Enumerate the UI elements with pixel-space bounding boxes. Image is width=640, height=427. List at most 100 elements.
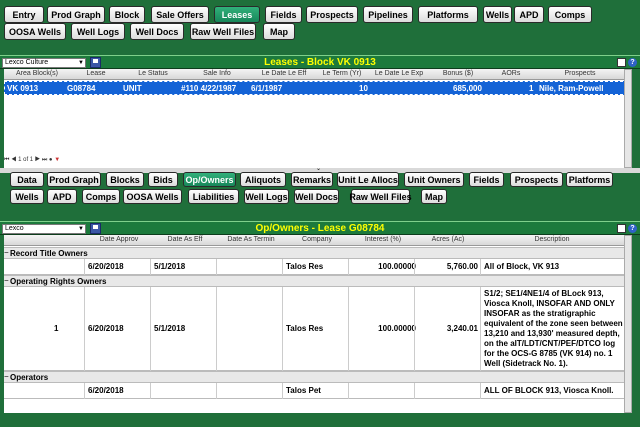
first-page-icon[interactable]: ⏮ <box>4 157 9 163</box>
help-icon[interactable]: ? <box>628 58 637 67</box>
cell-acres: 5,760.00 <box>446 262 478 271</box>
sub-nav-well-docs[interactable]: Well Docs <box>294 189 339 204</box>
chevron-down-icon[interactable]: ▼ <box>78 225 84 233</box>
top-nav-well-docs[interactable]: Well Docs <box>130 23 184 40</box>
col-status[interactable]: Le Status <box>124 70 182 77</box>
collapse-icon[interactable]: − <box>4 372 9 381</box>
col-lease[interactable]: Lease <box>68 70 124 77</box>
group-header[interactable]: − Record Title Owners <box>4 247 624 259</box>
top-nav-prospects[interactable]: Prospects <box>306 6 358 23</box>
top-nav-entry[interactable]: Entry <box>4 6 44 23</box>
owners-scrollbar[interactable] <box>624 235 632 413</box>
owner-row[interactable]: 6/20/2018 Talos Pet ALL OF BLOCK 913, Vios… <box>4 383 624 399</box>
leases-scrollbar[interactable] <box>624 69 632 168</box>
col-date-termin[interactable]: Date As Termin <box>218 236 284 243</box>
collapse-icon[interactable]: − <box>4 248 9 257</box>
filter-icon[interactable]: ▼ <box>54 157 60 163</box>
grid-line <box>348 287 349 371</box>
last-page-icon[interactable]: ⏭ <box>42 157 47 163</box>
sub-nav-fields[interactable]: Fields <box>469 172 504 187</box>
sub-nav-oosa-wells[interactable]: OOSA Wells <box>123 189 182 204</box>
top-nav-well-logs[interactable]: Well Logs <box>71 23 125 40</box>
export-icon[interactable] <box>617 224 626 233</box>
sub-nav-aliquots[interactable]: Aliquots <box>240 172 286 187</box>
cell-term: 10 <box>359 84 368 93</box>
next-page-icon[interactable]: ▶ <box>35 157 40 163</box>
sub-nav-unit-owners[interactable]: Unit Owners <box>404 172 464 187</box>
top-nav-wells[interactable]: Wells <box>483 6 512 23</box>
top-nav-sale-offers[interactable]: Sale Offers <box>151 6 209 23</box>
sub-nav-remarks[interactable]: Remarks <box>291 172 333 187</box>
top-nav-map[interactable]: Map <box>263 23 295 40</box>
sub-nav-data[interactable]: Data <box>10 172 44 187</box>
description-line: ALL OF BLOCK 913, Viosca Knoll. <box>484 386 614 395</box>
col-term[interactable]: Le Term (Yr) <box>316 70 368 77</box>
col-interest[interactable]: Interest (%) <box>350 236 416 243</box>
grid-line <box>348 259 349 275</box>
sub-nav-bids[interactable]: Bids <box>148 172 178 187</box>
col-description[interactable]: Description <box>480 236 624 243</box>
owner-row[interactable]: 6/20/2018 5/1/2018 Talos Res 100.00000 5,760… <box>4 259 624 275</box>
sub-nav-prospects[interactable]: Prospects <box>510 172 563 187</box>
top-nav-block[interactable]: Block <box>109 6 145 23</box>
grid-line <box>216 259 217 275</box>
lease-row[interactable]: VK 0913 G08784 UNIT #110 4/22/1987 6/1/1… <box>4 81 628 95</box>
col-date-eff[interactable]: Le Date Le Eff <box>252 70 316 77</box>
col-date-approv[interactable]: Date Approv <box>86 236 152 243</box>
save-icon[interactable] <box>90 57 101 68</box>
top-nav-pipelines[interactable]: Pipelines <box>363 6 413 23</box>
top-nav-leases[interactable]: Leases <box>214 6 260 23</box>
grid-line <box>348 383 349 399</box>
top-nav-platforms[interactable]: Platforms <box>418 6 478 23</box>
col-company[interactable]: Company <box>284 236 350 243</box>
top-nav-oosa-wells[interactable]: OOSA Wells <box>4 23 66 40</box>
col-acres[interactable]: Acres (Ac) <box>416 236 480 243</box>
culture-select[interactable]: Lexco Culture ▼ <box>2 58 86 68</box>
sub-nav-well-logs[interactable]: Well Logs <box>244 189 289 204</box>
grid-line <box>84 383 85 399</box>
description-line: equivalent of the zone seen between <box>484 319 623 328</box>
cell-description: ALL OF BLOCK 913, Viosca Knoll. <box>484 386 614 396</box>
top-nav-fields[interactable]: Fields <box>265 6 302 23</box>
sub-nav-comps[interactable]: Comps <box>82 189 120 204</box>
record-icon[interactable]: ● <box>49 157 53 163</box>
col-prospects[interactable]: Prospects <box>536 70 624 77</box>
top-nav-comps[interactable]: Comps <box>548 6 592 23</box>
sub-nav-liabilities[interactable]: Liabilities <box>188 189 239 204</box>
col-aors[interactable]: AORs <box>486 70 536 77</box>
sub-nav-apd[interactable]: APD <box>47 189 77 204</box>
owner-row[interactable]: 1 6/20/2018 5/1/2018 Talos Res 100.00000 3,24… <box>4 287 624 371</box>
sub-nav-unit-le-allocs[interactable]: Unit Le Allocs <box>337 172 399 187</box>
chevron-down-icon[interactable]: ▼ <box>78 59 84 67</box>
cell-approv: 6/20/2018 <box>88 324 124 333</box>
grid-line <box>84 287 85 371</box>
col-bonus[interactable]: Bonus ($) <box>430 70 486 77</box>
save-icon[interactable] <box>90 223 101 234</box>
collapse-icon[interactable]: − <box>4 276 9 285</box>
owner-select[interactable]: Lexco ▼ <box>2 224 86 234</box>
sub-nav-prod-graph[interactable]: Prod Graph <box>47 172 101 187</box>
cell-company: Talos Res <box>286 262 324 271</box>
col-date-exp[interactable]: Le Date Le Exp <box>368 70 430 77</box>
leases-title-bar: Leases - Block VK 0913 Lexco Culture ▼ ? <box>0 55 640 69</box>
sub-nav-map[interactable]: Map <box>421 189 447 204</box>
export-icon[interactable] <box>617 58 626 67</box>
sub-nav-blocks[interactable]: Blocks <box>106 172 144 187</box>
top-nav-raw-well-files[interactable]: Raw Well Files <box>190 23 256 40</box>
col-date-eff[interactable]: Date As Eff <box>152 236 218 243</box>
prev-page-icon[interactable]: ◀ <box>11 157 16 163</box>
cell-acres: 3,240.01 <box>446 324 478 333</box>
sub-nav-raw-well-files[interactable]: Raw Well Files <box>349 189 412 204</box>
col-sale-info[interactable]: Sale Info <box>182 70 252 77</box>
sub-nav-platforms[interactable]: Platforms <box>566 172 613 187</box>
top-nav-prod-graph[interactable]: Prod Graph <box>47 6 105 23</box>
top-nav-apd[interactable]: APD <box>514 6 544 23</box>
group-header[interactable]: − Operators <box>4 371 624 383</box>
col-area-block[interactable]: Area Block(s) <box>6 70 68 77</box>
grid-line <box>150 383 151 399</box>
help-icon[interactable]: ? <box>628 224 637 233</box>
group-header[interactable]: − Operating Rights Owners <box>4 275 624 287</box>
chevron-down-icon[interactable]: ⌄ <box>316 165 321 172</box>
sub-nav-wells[interactable]: Wells <box>10 189 44 204</box>
sub-nav-op-owners[interactable]: Op/Owners <box>183 172 236 187</box>
